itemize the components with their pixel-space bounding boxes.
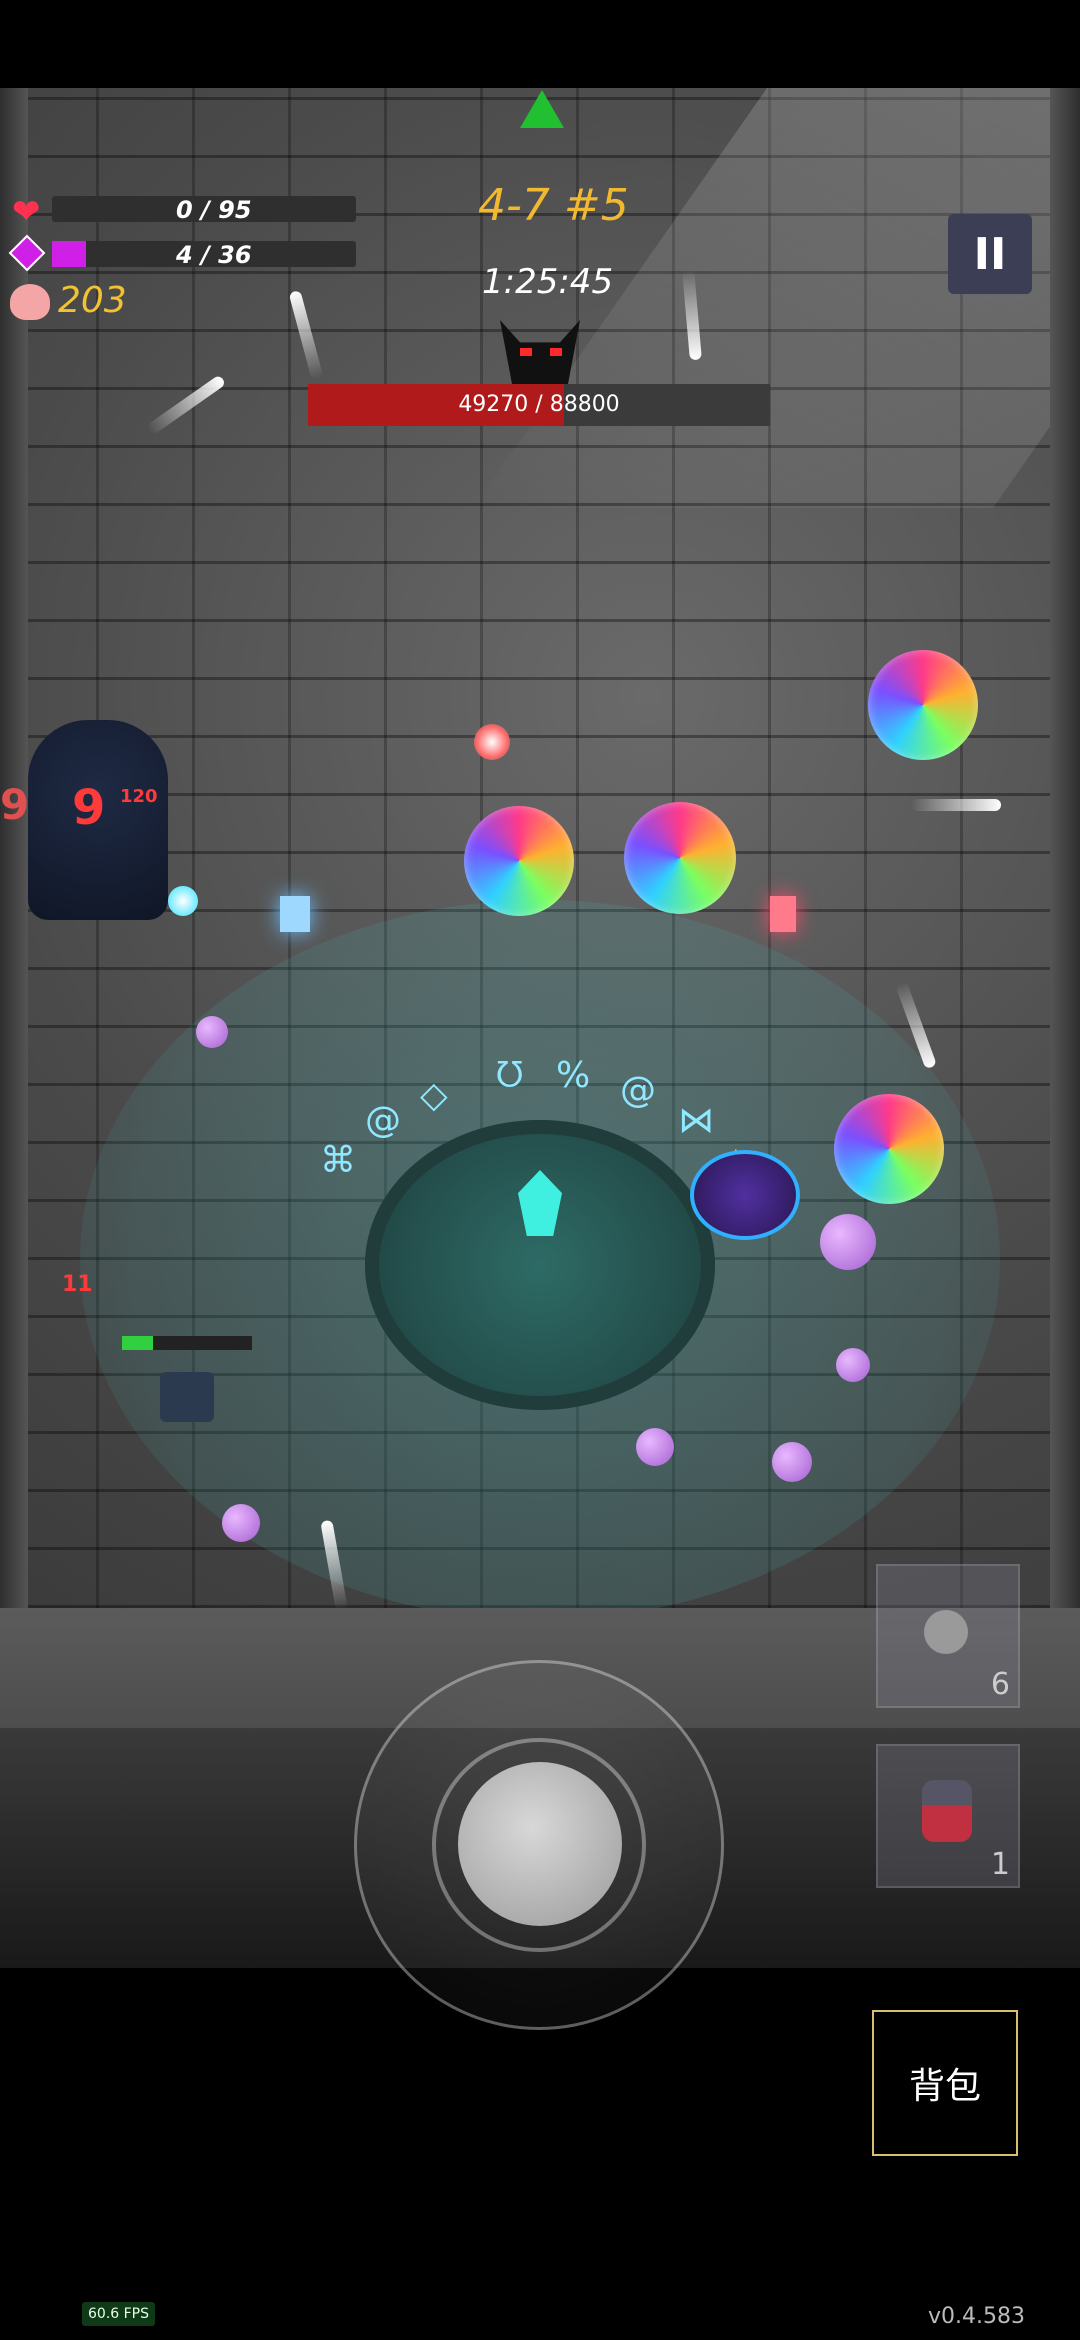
- rune-icon: ⋈: [678, 1100, 714, 1141]
- damage-number: 11: [62, 1272, 93, 1297]
- purple-bubble: [196, 1016, 228, 1048]
- bag-button[interactable]: 背包: [872, 2010, 1018, 2156]
- grenade-icon: [924, 1610, 968, 1654]
- rune-icon: %: [556, 1055, 591, 1096]
- rainbow-orb: [834, 1094, 944, 1204]
- purple-bubble: [222, 1504, 260, 1542]
- boss-eye-right: [550, 348, 562, 356]
- heart-icon: ❤: [12, 192, 41, 232]
- potion-icon: [922, 1780, 972, 1842]
- coin-count: 203: [58, 280, 127, 321]
- damage-number: 9: [72, 780, 106, 836]
- red-lantern: [770, 896, 796, 932]
- blue-lantern: [280, 896, 310, 932]
- fireball: [474, 724, 510, 760]
- rune-icon: @: [620, 1070, 656, 1111]
- altar: [365, 1120, 715, 1410]
- potion-count: 1: [990, 1847, 1010, 1882]
- version-label: v0.4.583: [928, 2304, 1025, 2329]
- rune-icon: @: [365, 1100, 401, 1141]
- purple-bubble: [636, 1428, 674, 1466]
- rainbow-orb: [464, 806, 574, 916]
- rune-icon: ᘮ: [496, 1055, 524, 1096]
- damage-number: 9: [0, 780, 30, 829]
- boss-hp-bar: 49270 / 88800: [308, 384, 770, 426]
- rune-icon: ◇: [420, 1075, 448, 1116]
- boss-hp-text: 49270 / 88800: [458, 392, 620, 417]
- rainbow-orb: [624, 802, 736, 914]
- potion-slot[interactable]: 1: [876, 1744, 1020, 1888]
- mana-text: 4 / 36: [176, 241, 252, 269]
- purple-bubble: [772, 1442, 812, 1482]
- fps-counter: 60.6 FPS: [82, 2302, 156, 2326]
- player-character: [690, 1150, 800, 1240]
- light-slash: [911, 799, 1001, 811]
- grenade-slot[interactable]: 6: [876, 1564, 1020, 1708]
- pause-button[interactable]: II: [948, 214, 1032, 294]
- right-wall: [1050, 88, 1080, 1608]
- enemy-eye: [168, 886, 198, 916]
- hp-text: 0 / 95: [176, 196, 252, 224]
- purple-bubble: [836, 1348, 870, 1382]
- direction-arrow-icon: [520, 90, 564, 128]
- purple-bubble: [820, 1214, 876, 1270]
- joystick-knob[interactable]: [458, 1762, 622, 1926]
- robot-enemy: [160, 1372, 214, 1422]
- piggy-bank-icon: [10, 284, 50, 320]
- robot-health-bar: [122, 1336, 252, 1350]
- timer: 1:25:45: [482, 262, 614, 302]
- rune-icon: ⌘: [320, 1140, 356, 1181]
- grenade-count: 6: [990, 1667, 1010, 1702]
- rainbow-orb: [868, 650, 978, 760]
- stage-label: 4-7 #5: [478, 180, 629, 231]
- damage-number: 120: [120, 786, 158, 807]
- boss-eye-left: [520, 348, 532, 356]
- mana-fill: [52, 241, 86, 267]
